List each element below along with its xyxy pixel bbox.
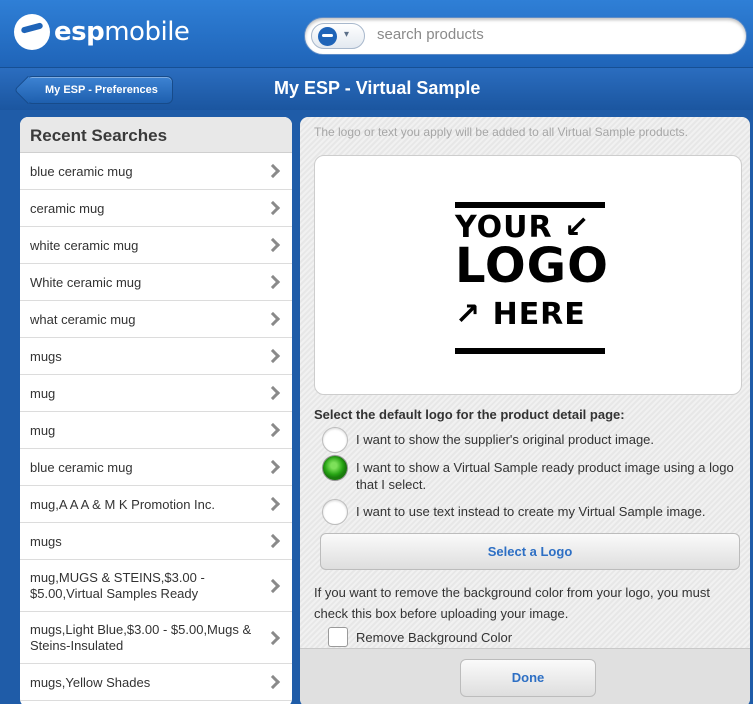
select-default-logo-title: Select the default logo for the product … <box>314 407 625 422</box>
logo-line-3: ↗ HERE <box>455 297 586 332</box>
recent-search-label: mugs <box>30 533 62 549</box>
chevron-right-icon <box>265 496 281 512</box>
recent-search-item[interactable]: mug,A A A & M K Promotion Inc. <box>20 486 292 523</box>
remove-background-option[interactable]: Remove Background Color <box>328 627 512 647</box>
chevron-right-icon <box>265 578 281 593</box>
recent-search-label: mugs,Yellow Shades <box>30 674 151 690</box>
radio-button[interactable] <box>322 427 348 453</box>
search-scope-dropdown[interactable]: ▾ <box>311 23 365 49</box>
chevron-right-icon <box>265 237 281 253</box>
chevron-right-icon <box>265 630 281 645</box>
recent-search-item[interactable]: blue ceramic mug <box>20 449 292 486</box>
recent-search-item[interactable]: mugs,Light Blue,$3.00 - $5.00,Mugs & Ste… <box>20 612 292 664</box>
search-box: ▾ <box>304 17 747 55</box>
chevron-right-icon <box>265 674 281 690</box>
your-logo-here-placeholder: YOUR ↙ LOGO ↗ HERE <box>455 202 608 354</box>
remove-background-label: Remove Background Color <box>356 629 513 645</box>
recent-search-item[interactable]: what ceramic mug <box>20 301 292 338</box>
virtual-sample-hint: The logo or text you apply will be added… <box>314 125 688 139</box>
recent-search-label: what ceramic mug <box>30 311 136 327</box>
logo-bar-top <box>455 202 605 208</box>
option-original-image[interactable]: I want to show the supplier's original p… <box>322 427 746 453</box>
remove-background-checkbox[interactable] <box>328 627 348 647</box>
chevron-down-icon: ▾ <box>344 29 350 40</box>
recent-search-label: mug,A A A & M K Promotion Inc. <box>30 496 215 512</box>
option-label: I want to show a Virtual Sample ready pr… <box>356 460 734 492</box>
recent-search-item[interactable]: mug <box>20 375 292 412</box>
virtual-sample-panel: The logo or text you apply will be added… <box>300 117 750 704</box>
radio-button[interactable] <box>322 499 348 525</box>
logo-line-2: LOGO <box>455 238 609 294</box>
chevron-right-icon <box>265 274 281 290</box>
recent-search-label: White ceramic mug <box>30 274 142 290</box>
nav-bar: My ESP - Preferences My ESP - Virtual Sa… <box>0 68 753 110</box>
recent-search-item[interactable]: mugs <box>20 338 292 375</box>
page-title: My ESP - Virtual Sample <box>274 78 481 98</box>
back-button[interactable]: My ESP - Preferences <box>26 76 173 104</box>
done-button[interactable]: Done <box>460 659 596 697</box>
recent-search-item[interactable]: ceramic mug <box>20 190 292 227</box>
recent-search-label: mugs <box>30 348 62 364</box>
chevron-right-icon <box>265 385 281 401</box>
remove-background-instructions: If you want to remove the background col… <box>314 585 710 621</box>
logo-text: espmobile <box>54 17 190 47</box>
chevron-right-icon <box>265 533 281 549</box>
recent-search-item[interactable]: blue ceramic mug <box>20 153 292 190</box>
recent-searches-list: blue ceramic mug ceramic mug white ceramic… <box>20 153 292 701</box>
recent-search-item[interactable]: mugs <box>20 523 292 560</box>
recent-search-label: mug <box>30 385 56 401</box>
recent-search-label: mugs,Light Blue,$3.00 - $5.00,Mugs & Ste… <box>30 621 252 653</box>
radio-button-selected[interactable] <box>322 455 348 481</box>
recent-search-label: blue ceramic mug <box>30 163 133 179</box>
esp-e-icon <box>14 14 50 50</box>
option-use-text[interactable]: I want to use text instead to create my … <box>322 499 746 525</box>
top-bar: espmobile ▾ <box>0 0 753 68</box>
recent-search-label: mug,MUGS & STEINS,$3.00 - $5.00,Virtual … <box>30 569 205 601</box>
chevron-right-icon <box>265 311 281 327</box>
option-virtual-sample-logo[interactable]: I want to show a Virtual Sample ready pr… <box>322 455 746 493</box>
chevron-right-icon <box>265 163 281 179</box>
recent-search-label: white ceramic mug <box>30 237 139 253</box>
select-logo-button[interactable]: Select a Logo <box>320 533 740 570</box>
recent-searches-title: Recent Searches <box>20 117 292 153</box>
logo-bar-bottom <box>455 348 605 354</box>
recent-search-item[interactable]: white ceramic mug <box>20 227 292 264</box>
option-label: I want to show the supplier's original p… <box>356 432 655 447</box>
recent-searches-panel: Recent Searches blue ceramic mug ceramic … <box>20 117 292 704</box>
recent-search-label: blue ceramic mug <box>30 459 133 475</box>
recent-search-label: mug <box>30 422 56 438</box>
recent-search-item[interactable]: mug,MUGS & STEINS,$3.00 - $5.00,Virtual … <box>20 560 292 612</box>
chevron-right-icon <box>265 422 281 438</box>
esp-mobile-logo[interactable]: espmobile <box>14 14 190 50</box>
logo-preview[interactable]: YOUR ↙ LOGO ↗ HERE <box>314 155 742 395</box>
chevron-right-icon <box>265 459 281 475</box>
chevron-right-icon <box>265 348 281 364</box>
search-input[interactable] <box>377 26 737 43</box>
recent-search-item[interactable]: mugs,Yellow Shades <box>20 664 292 701</box>
chevron-right-icon <box>265 200 281 216</box>
esp-e-icon <box>318 27 337 46</box>
recent-search-item[interactable]: mug <box>20 412 292 449</box>
recent-search-item[interactable]: White ceramic mug <box>20 264 292 301</box>
recent-search-label: ceramic mug <box>30 200 105 216</box>
option-label: I want to use text instead to create my … <box>356 504 706 519</box>
